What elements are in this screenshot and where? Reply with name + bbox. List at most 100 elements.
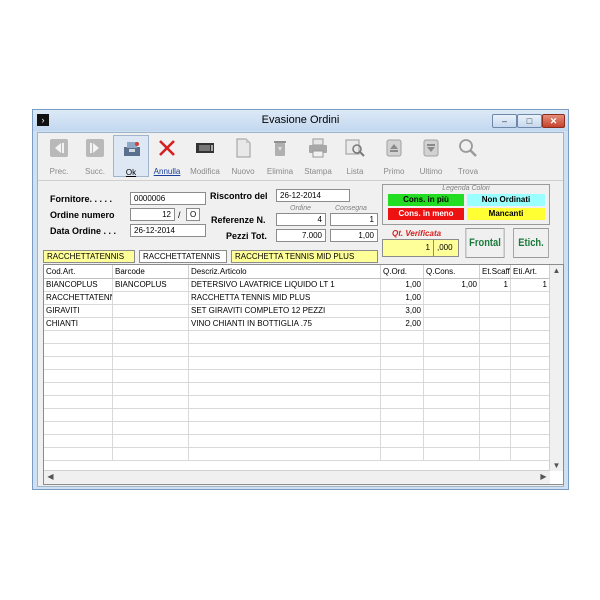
table-cell[interactable] (511, 305, 550, 317)
column-header[interactable]: Barcode (113, 265, 189, 278)
table-cell[interactable] (44, 344, 113, 356)
table-cell[interactable]: 1,00 (424, 279, 480, 291)
table-cell[interactable] (424, 448, 480, 460)
table-cell[interactable] (480, 422, 511, 434)
table-cell[interactable] (511, 448, 550, 460)
table-cell[interactable]: BIANCOPLUS (44, 279, 113, 291)
table-cell[interactable] (381, 331, 424, 343)
table-cell[interactable] (113, 396, 189, 408)
ordine-numero-field[interactable]: 12 (130, 208, 175, 221)
table-cell[interactable] (511, 331, 550, 343)
table-cell[interactable] (44, 383, 113, 395)
column-header[interactable]: Descriz.Articolo (189, 265, 381, 278)
table-cell[interactable]: DETERSIVO LAVATRICE LIQUIDO LT 1 (189, 279, 381, 291)
table-cell[interactable] (480, 305, 511, 317)
table-cell[interactable]: RACCHETTA TENNIS MID PLUS (189, 292, 381, 304)
table-row[interactable] (44, 344, 550, 357)
table-cell[interactable] (44, 448, 113, 460)
table-cell[interactable] (424, 422, 480, 434)
table-cell[interactable]: BIANCOPLUS (113, 279, 189, 291)
table-cell[interactable] (511, 422, 550, 434)
data-ordine-field[interactable]: 26-12-2014 (130, 224, 206, 237)
table-cell[interactable] (480, 292, 511, 304)
table-cell[interactable] (480, 318, 511, 330)
nuovo-button[interactable]: Nuovo (225, 135, 261, 177)
table-cell[interactable] (44, 370, 113, 382)
table-row[interactable] (44, 331, 550, 344)
table-cell[interactable] (113, 422, 189, 434)
table-cell[interactable] (424, 331, 480, 343)
table-cell[interactable] (480, 396, 511, 408)
table-cell[interactable] (189, 357, 381, 369)
table-cell[interactable] (424, 292, 480, 304)
table-cell[interactable] (113, 318, 189, 330)
table-cell[interactable] (424, 435, 480, 447)
table-cell[interactable]: 1 (511, 279, 550, 291)
table-cell[interactable] (44, 396, 113, 408)
table-row[interactable] (44, 383, 550, 396)
table-cell[interactable] (189, 396, 381, 408)
ok-button[interactable]: Ok (113, 135, 149, 177)
table-cell[interactable] (189, 344, 381, 356)
column-header[interactable]: Q.Cons. (424, 265, 480, 278)
table-cell[interactable] (480, 435, 511, 447)
qt-verificata-field[interactable]: 1 (382, 239, 434, 257)
table-cell[interactable] (381, 422, 424, 434)
table-cell[interactable] (113, 435, 189, 447)
pezzi-consegna-field[interactable]: 1,00 (330, 229, 378, 242)
primo-button[interactable]: Primo (376, 135, 412, 177)
scroll-left-icon[interactable]: ◀ (44, 472, 57, 481)
table-cell[interactable] (44, 331, 113, 343)
maximize-button[interactable]: □ (517, 114, 542, 128)
table-cell[interactable] (480, 357, 511, 369)
modifica-button[interactable]: Modifica (187, 135, 223, 177)
table-cell[interactable] (381, 383, 424, 395)
table-cell[interactable] (189, 383, 381, 395)
table-cell[interactable] (424, 318, 480, 330)
table-cell[interactable] (381, 435, 424, 447)
table-cell[interactable]: VINO CHIANTI IN BOTTIGLIA .75 (189, 318, 381, 330)
table-cell[interactable] (113, 344, 189, 356)
table-cell[interactable] (480, 448, 511, 460)
title-bar[interactable]: › Evasione Ordini – □ ✕ (33, 110, 568, 131)
close-button[interactable]: ✕ (542, 114, 565, 128)
prev-button[interactable]: Prec. (41, 135, 77, 177)
ordine-suffix-field[interactable]: O (186, 208, 200, 221)
table-cell[interactable] (189, 435, 381, 447)
table-cell[interactable] (511, 435, 550, 447)
table-cell[interactable] (511, 370, 550, 382)
table-cell[interactable] (189, 448, 381, 460)
table-cell[interactable] (381, 344, 424, 356)
scroll-right-icon[interactable]: ▶ (537, 472, 550, 481)
table-cell[interactable]: GIRAVITI (44, 305, 113, 317)
table-cell[interactable] (511, 409, 550, 421)
table-cell[interactable] (424, 396, 480, 408)
table-cell[interactable] (44, 409, 113, 421)
table-cell[interactable] (424, 305, 480, 317)
table-cell[interactable]: 1,00 (381, 279, 424, 291)
trova-button[interactable]: Trova (450, 135, 486, 177)
table-cell[interactable] (189, 409, 381, 421)
table-cell[interactable] (189, 370, 381, 382)
table-cell[interactable] (113, 292, 189, 304)
table-cell[interactable] (480, 344, 511, 356)
table-row[interactable] (44, 370, 550, 383)
table-cell[interactable] (424, 370, 480, 382)
table-cell[interactable] (113, 383, 189, 395)
table-cell[interactable] (480, 383, 511, 395)
column-header[interactable]: Eti.Art. (511, 265, 550, 278)
table-cell[interactable] (44, 357, 113, 369)
table-cell[interactable] (113, 448, 189, 460)
table-cell[interactable]: 1 (480, 279, 511, 291)
table-cell[interactable]: RACCHETTATENNIS (44, 292, 113, 304)
table-cell[interactable] (189, 422, 381, 434)
ultimo-button[interactable]: Ultimo (413, 135, 449, 177)
next-button[interactable]: Succ. (77, 135, 113, 177)
table-cell[interactable] (424, 409, 480, 421)
table-cell[interactable] (113, 357, 189, 369)
table-cell[interactable] (113, 305, 189, 317)
table-row[interactable]: CHIANTI VINO CHIANTI IN BOTTIGLIA .75 2,00 (44, 318, 550, 331)
table-row[interactable]: BIANCOPLUS BIANCOPLUS DETERSIVO LAVATRICE … (44, 279, 550, 292)
table-cell[interactable] (381, 370, 424, 382)
table-cell[interactable]: SET GIRAVITI COMPLETO 12 PEZZI (189, 305, 381, 317)
